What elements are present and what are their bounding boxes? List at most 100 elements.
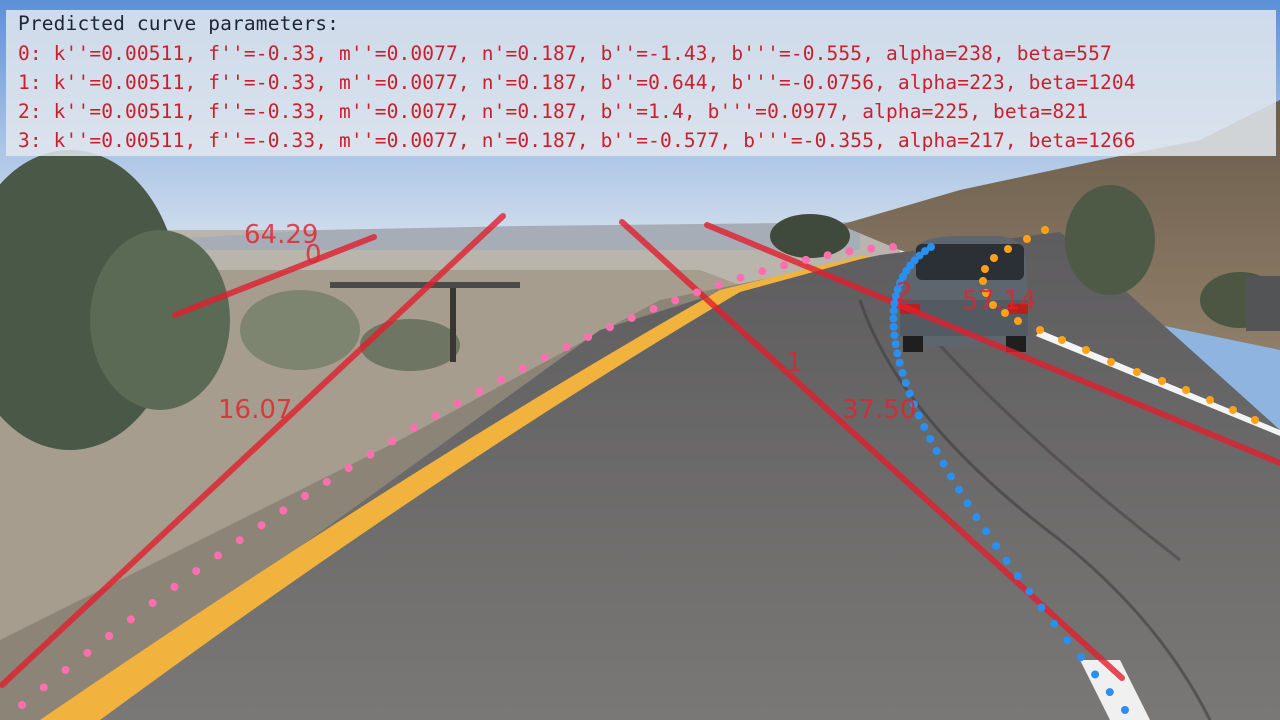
lane-point	[39, 683, 48, 692]
lane-point	[344, 464, 353, 473]
lane-point	[981, 265, 989, 273]
lane-point	[649, 304, 658, 313]
lane-point	[867, 244, 876, 253]
lane-point	[926, 434, 935, 443]
lane-point	[920, 422, 929, 431]
lane-point	[1050, 619, 1059, 628]
lane-point	[891, 340, 900, 349]
curve-1-index-label: 1	[786, 348, 803, 378]
shrub	[90, 230, 230, 410]
lane-point	[1107, 358, 1115, 366]
lane-point	[963, 499, 972, 508]
lane-point	[714, 280, 723, 289]
lane-point	[845, 247, 854, 256]
lane-point	[1105, 688, 1114, 697]
lane-point	[979, 277, 987, 285]
lane-point	[1004, 245, 1012, 253]
lane-point	[758, 267, 767, 276]
lane-point	[518, 364, 527, 373]
lane-point	[932, 447, 941, 456]
shrub	[360, 319, 460, 371]
curve-2-index-label: 2	[896, 278, 913, 308]
lane-point	[1023, 235, 1031, 243]
lane-point	[992, 541, 1001, 550]
lane-point	[1036, 326, 1044, 334]
lane-point	[901, 378, 910, 387]
lane-point	[895, 358, 904, 367]
lane-point	[1058, 336, 1066, 344]
lane-point	[1091, 670, 1100, 679]
lane-point	[1002, 556, 1011, 565]
lane-point	[235, 536, 244, 545]
lane-point	[540, 353, 549, 362]
lane-point	[409, 424, 418, 433]
lane-point	[584, 332, 593, 341]
lane-point	[736, 273, 745, 282]
lane-point	[562, 343, 571, 352]
lane-point	[1025, 587, 1034, 596]
lane-point	[1041, 226, 1049, 234]
lane-point	[257, 521, 266, 530]
lane-point	[982, 527, 991, 536]
lane-point	[1251, 416, 1259, 424]
lane-point	[1121, 706, 1129, 714]
shrub	[770, 214, 850, 258]
lane-point	[671, 296, 680, 305]
lane-point	[990, 254, 998, 262]
lane-point	[898, 368, 907, 377]
lane-point	[627, 313, 636, 322]
lane-point	[366, 450, 375, 459]
lane-point	[605, 323, 614, 332]
lane-point	[453, 399, 462, 408]
lane-point	[431, 411, 440, 420]
lane-point	[1206, 396, 1214, 404]
curve-params-1: 1: k''=0.00511, f''=-0.33, m''=0.0077, n…	[18, 71, 1136, 94]
lane-point	[1158, 377, 1166, 385]
lane-point	[61, 665, 70, 674]
lane-point	[192, 567, 201, 576]
lane-point	[126, 615, 135, 624]
lane-point	[693, 288, 702, 297]
curve-parameters-panel: Predicted curve parameters: 0: k''=0.005…	[6, 10, 1276, 156]
lane-point	[388, 437, 397, 446]
curve-params-2: 2: k''=0.00511, f''=-0.33, m''=0.0077, n…	[18, 100, 1089, 123]
lane-point	[497, 375, 506, 384]
sign-post	[450, 282, 456, 362]
lane-point	[1013, 572, 1022, 581]
curve-1-angle-label: 37.50	[842, 395, 917, 425]
lane-point	[475, 387, 484, 396]
shrub	[1065, 185, 1155, 295]
curve-0-index-label: 0	[305, 240, 322, 270]
lane-point	[322, 477, 331, 486]
lane-point	[148, 599, 157, 608]
curve-params-0: 0: k''=0.00511, f''=-0.33, m''=0.0077, n…	[18, 42, 1112, 65]
lane-point	[823, 251, 832, 260]
lane-point	[170, 582, 179, 591]
lane-point	[301, 492, 310, 501]
lane-point	[893, 349, 902, 358]
lane-point	[972, 513, 981, 522]
lane-point	[939, 459, 948, 468]
lane-point	[18, 701, 26, 709]
lane-point	[83, 648, 92, 657]
panel-title: Predicted curve parameters:	[18, 12, 340, 35]
lane-point	[1133, 368, 1141, 376]
lane-point	[889, 243, 897, 251]
lane-point	[1229, 406, 1237, 414]
lane-point	[213, 551, 222, 560]
lane-point	[889, 322, 898, 331]
lane-point	[955, 485, 963, 494]
lane-point	[890, 331, 899, 340]
curve-params-3: 3: k''=0.00511, f''=-0.33, m''=0.0077, n…	[18, 129, 1136, 152]
lane-point	[947, 472, 956, 481]
lane-point	[1014, 317, 1022, 325]
lane-point	[889, 314, 898, 323]
lane-point	[1076, 653, 1085, 662]
lane-point	[105, 631, 114, 640]
curve-3-angle-label: 16.07	[218, 395, 293, 425]
lane-point	[1037, 603, 1046, 612]
lane-point	[1082, 346, 1090, 354]
lane-point	[1063, 636, 1072, 645]
lane-point	[1182, 386, 1190, 394]
curve-2-angle-label: 57.14	[962, 286, 1037, 316]
